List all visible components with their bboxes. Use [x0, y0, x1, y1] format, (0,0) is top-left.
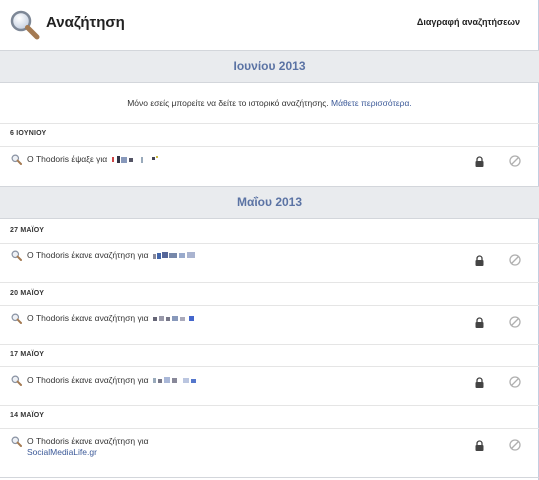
search-icon	[11, 250, 22, 261]
search-icon	[11, 313, 22, 324]
activity-log-search-page: Αναζήτηση Διαγραφή αναζητήσεων Ιουνίου 2…	[0, 0, 539, 480]
redacted-query	[152, 316, 194, 322]
search-entry: Ο Thodoris έκανε αναζήτηση για	[0, 367, 539, 405]
search-entry: Ο Thodoris έψαξε για	[0, 147, 539, 185]
search-icon	[11, 375, 22, 386]
divider	[0, 123, 539, 124]
hide-icon[interactable]	[509, 155, 521, 167]
month-header: Ιουνίου 2013	[0, 50, 539, 83]
page-header: Αναζήτηση Διαγραφή αναζητήσεων	[0, 0, 539, 50]
search-entry: Ο Thodoris έκανε αναζήτηση για SocialMed…	[0, 429, 539, 475]
search-query-link[interactable]: SocialMediaLife.gr	[27, 447, 97, 457]
hide-icon[interactable]	[509, 316, 521, 328]
privacy-notice-text: Μόνο εσείς μπορείτε να δείτε το ιστορικό…	[127, 98, 329, 108]
day-label: 6 ΙΟΥΝΙΟΥ	[10, 130, 47, 137]
divider	[0, 282, 539, 283]
search-entry: Ο Thodoris έκανε αναζήτηση για	[0, 306, 539, 344]
search-icon	[10, 10, 40, 40]
day-label: 14 ΜΑΪΟΥ	[10, 412, 45, 419]
search-entry-text: Ο Thodoris έψαξε για	[27, 154, 160, 165]
search-icon	[11, 154, 22, 165]
search-entry-text: Ο Thodoris έκανε αναζήτηση για	[27, 250, 197, 261]
day-label: 17 ΜΑΪΟΥ	[10, 351, 45, 358]
hide-icon[interactable]	[509, 376, 521, 388]
hide-icon[interactable]	[509, 254, 521, 266]
clear-searches-button[interactable]: Διαγραφή αναζητήσεων	[417, 17, 520, 27]
privacy-notice: Μόνο εσείς μπορείτε να δείτε το ιστορικό…	[0, 83, 539, 123]
divider	[0, 405, 539, 406]
hide-icon[interactable]	[509, 439, 521, 451]
lock-icon[interactable]	[475, 255, 484, 266]
search-entry: Ο Thodoris έκανε αναζήτηση για	[0, 244, 539, 282]
redacted-query	[152, 377, 196, 384]
divider	[0, 344, 539, 345]
lock-icon[interactable]	[475, 156, 484, 167]
search-icon	[11, 436, 22, 447]
page-title: Αναζήτηση	[46, 14, 125, 31]
lock-icon[interactable]	[475, 440, 484, 451]
divider	[0, 477, 539, 478]
lock-icon[interactable]	[475, 377, 484, 388]
lock-icon[interactable]	[475, 317, 484, 328]
redacted-query	[111, 156, 158, 164]
day-label: 20 ΜΑΪΟΥ	[10, 290, 45, 297]
search-entry-text: Ο Thodoris έκανε αναζήτηση για SocialMed…	[27, 436, 149, 457]
search-entry-text: Ο Thodoris έκανε αναζήτηση για	[27, 313, 199, 324]
learn-more-link[interactable]: Μάθετε περισσότερα.	[331, 98, 412, 108]
search-entry-text: Ο Thodoris έκανε αναζήτηση για	[27, 375, 199, 386]
redacted-query	[152, 252, 195, 260]
day-label: 27 ΜΑΪΟΥ	[10, 227, 45, 234]
month-header: Μαΐου 2013	[0, 186, 539, 219]
